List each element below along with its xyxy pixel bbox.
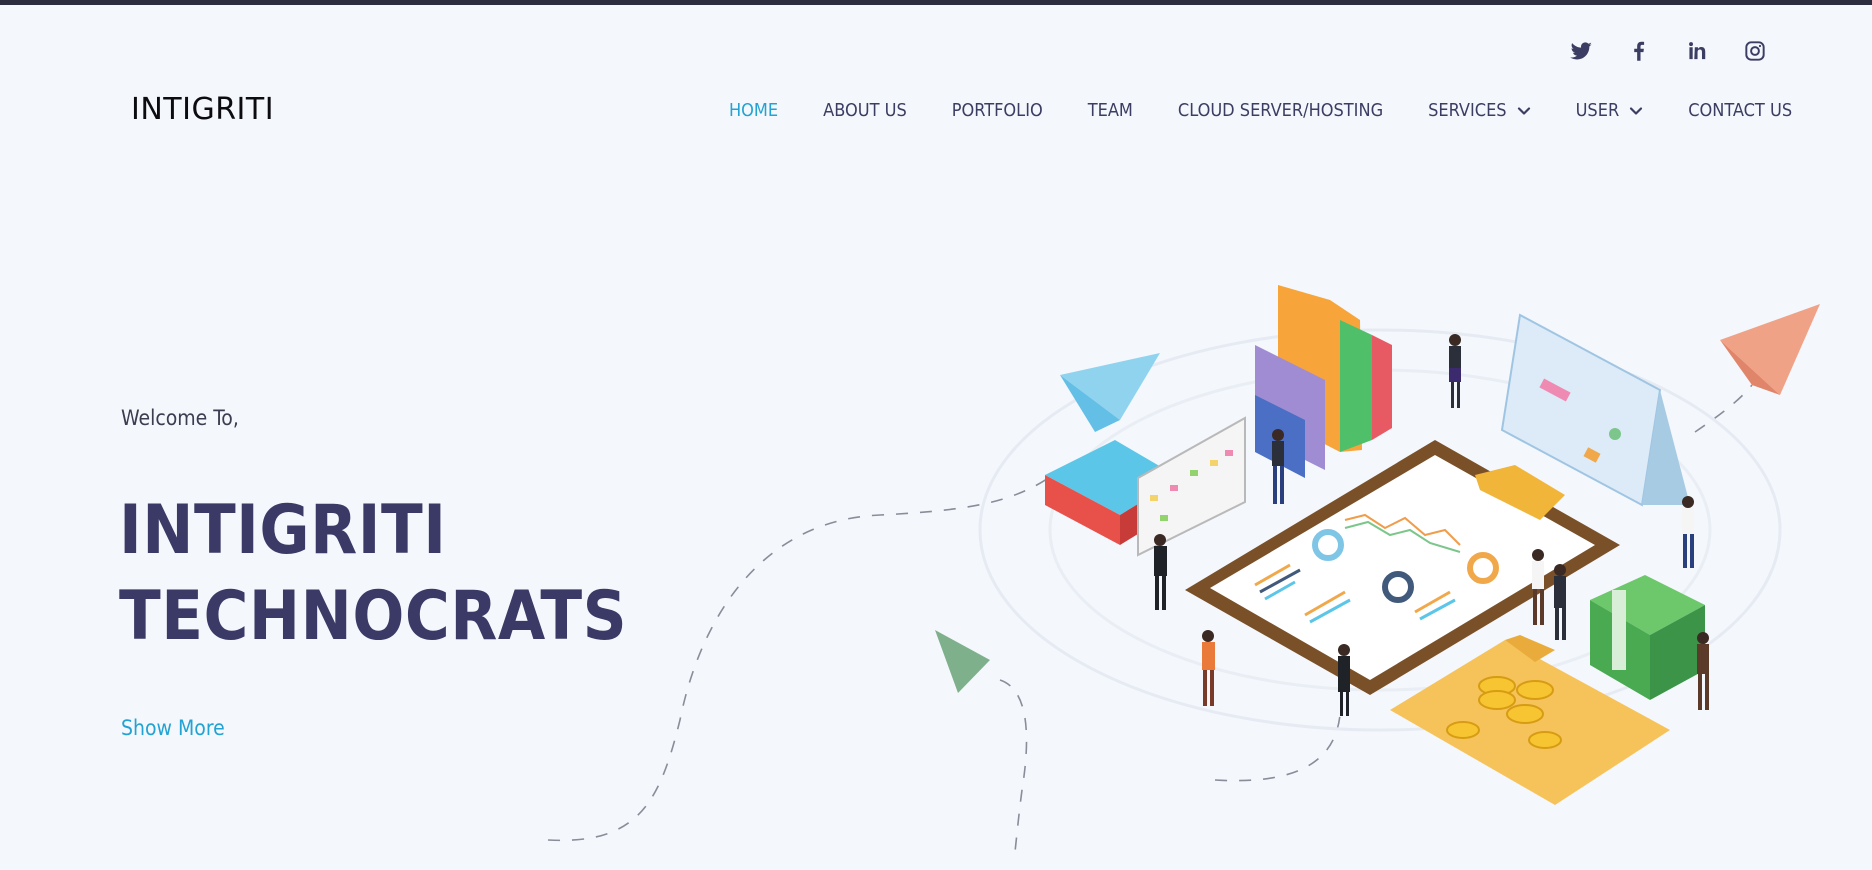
main-nav: HOME ABOUT US PORTFOLIO TEAM CLOUD SERVE… [729, 100, 1792, 121]
chevron-down-icon [1517, 106, 1530, 115]
nav-cloud-label: CLOUD SERVER/HOSTING [1177, 100, 1384, 121]
nav-home[interactable]: HOME [729, 100, 778, 121]
nav-services[interactable]: SERVICES [1428, 100, 1530, 121]
book-red [1372, 335, 1392, 440]
hero-illustration [547, 285, 1820, 861]
paper-plane-green [935, 630, 990, 693]
social-links [1566, 38, 1770, 64]
show-more-link[interactable]: Show More [121, 716, 225, 740]
book-green [1340, 320, 1372, 452]
nav-user[interactable]: USER [1576, 100, 1644, 121]
nav-user-label: USER [1575, 100, 1620, 121]
chevron-down-icon [1630, 106, 1643, 115]
facebook-link[interactable] [1624, 38, 1654, 64]
nav-portfolio-label: PORTFOLIO [951, 100, 1043, 121]
nav-team-label: TEAM [1087, 100, 1133, 121]
hero-welcome-text: Welcome To, [121, 406, 239, 430]
twitter-icon [1570, 42, 1592, 60]
linkedin-link[interactable] [1682, 38, 1712, 64]
dashed-path [547, 469, 1061, 842]
kanban-board [1137, 416, 1246, 557]
instagram-icon [1745, 41, 1765, 61]
person [1202, 630, 1215, 706]
linkedin-icon [1689, 42, 1706, 60]
dashed-path [999, 679, 1028, 861]
nav-about-us[interactable]: ABOUT US [823, 100, 907, 121]
nav-about-label: ABOUT US [823, 100, 907, 121]
paper-plane-red [1720, 304, 1820, 395]
nav-services-label: SERVICES [1428, 100, 1507, 121]
nav-portfolio[interactable]: PORTFOLIO [952, 100, 1043, 121]
site-logo[interactable]: INTIGRITI [131, 92, 274, 127]
money-band [1612, 590, 1626, 670]
nav-team[interactable]: TEAM [1088, 100, 1133, 121]
dashed-path [1694, 384, 1753, 433]
nav-contact-us[interactable]: CONTACT US [1688, 100, 1792, 121]
instagram-link[interactable] [1740, 38, 1770, 64]
top-accent-bar [0, 0, 1872, 5]
nav-contact-label: CONTACT US [1688, 100, 1793, 121]
person [1449, 334, 1461, 408]
twitter-link[interactable] [1566, 38, 1596, 64]
calendar-check [1609, 428, 1621, 440]
facebook-icon [1634, 41, 1645, 61]
nav-home-label: HOME [729, 100, 779, 121]
nav-cloud-server-hosting[interactable]: CLOUD SERVER/HOSTING [1178, 100, 1383, 121]
person [1682, 496, 1694, 568]
